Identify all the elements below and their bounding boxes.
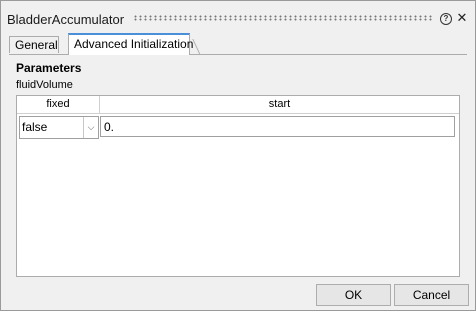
- start-value-input[interactable]: 0.: [100, 116, 455, 137]
- section-title: Parameters: [16, 61, 82, 75]
- cancel-button[interactable]: Cancel: [394, 284, 469, 306]
- group-label: fluidVolume: [16, 79, 73, 91]
- title-bar[interactable]: BladderAccumulator ? ✕: [1, 1, 475, 33]
- tab-panel: Parameters fluidVolume fixed start false…: [9, 54, 467, 278]
- tab-bar: General Advanced Initialization: [9, 33, 467, 55]
- dialog-window: BladderAccumulator ? ✕ General Advanced …: [0, 0, 476, 311]
- parameter-table: fixed start false ⌵ 0.: [16, 95, 460, 277]
- window-title: BladderAccumulator: [7, 12, 125, 27]
- column-header-fixed[interactable]: fixed: [17, 96, 100, 114]
- ok-button[interactable]: OK: [316, 284, 391, 306]
- tab-advanced-initialization[interactable]: Advanced Initialization: [68, 33, 193, 55]
- close-icon[interactable]: ✕: [455, 11, 469, 25]
- cancel-button-label: Cancel: [412, 288, 451, 302]
- fixed-select-value: false: [22, 120, 48, 134]
- tab-general[interactable]: General: [9, 36, 59, 53]
- ok-button-label: OK: [344, 288, 363, 302]
- fixed-select[interactable]: false ⌵: [19, 116, 99, 139]
- help-icon[interactable]: ?: [440, 13, 452, 25]
- drag-grip[interactable]: [133, 15, 433, 21]
- chevron-down-icon[interactable]: ⌵: [83, 117, 98, 138]
- column-header-start[interactable]: start: [100, 96, 459, 114]
